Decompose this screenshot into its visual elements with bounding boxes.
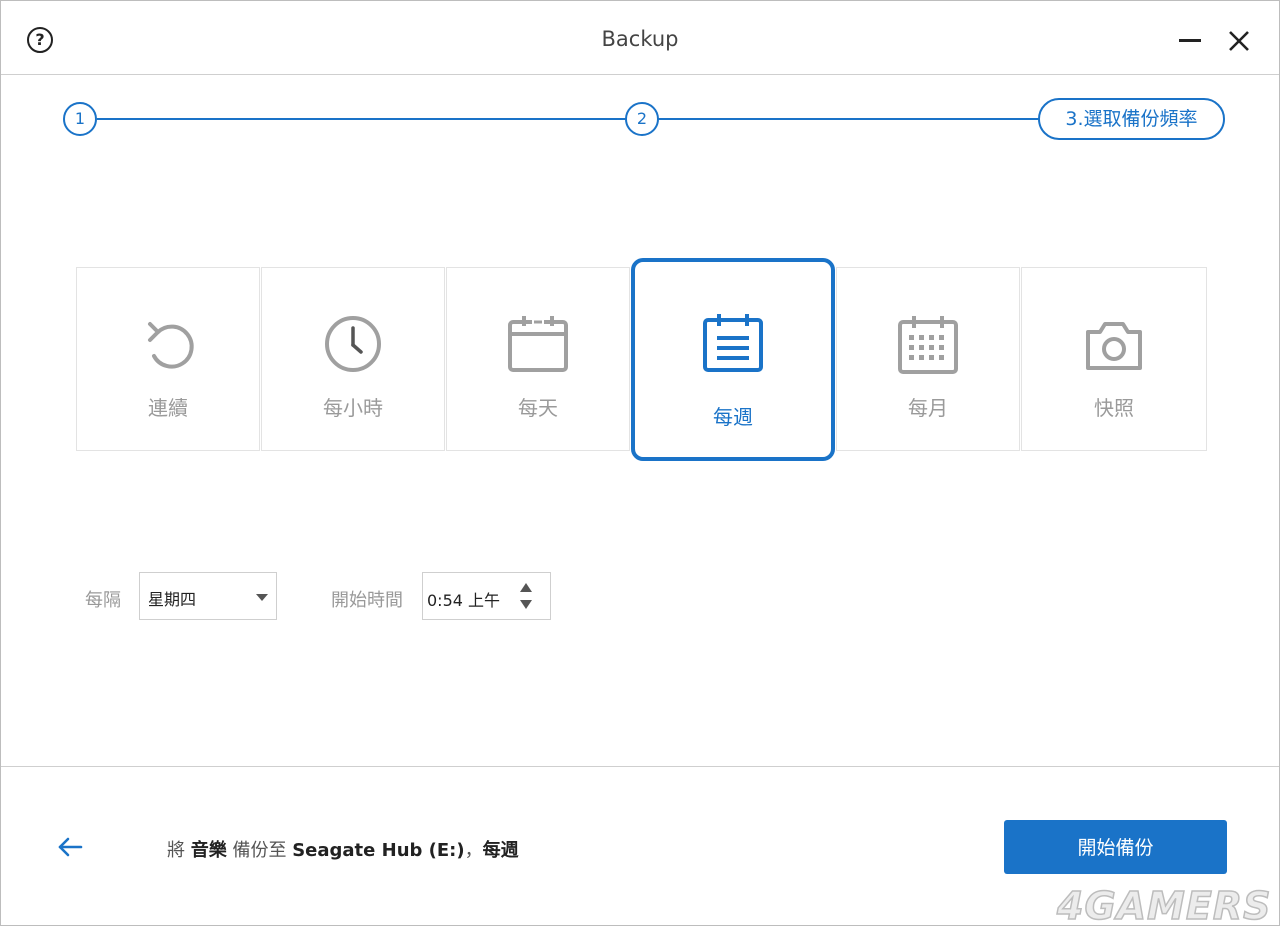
- frequency-weekly[interactable]: 每週: [631, 258, 835, 461]
- weekday-dropdown[interactable]: 星期四: [139, 572, 277, 620]
- window-title: Backup: [601, 27, 679, 51]
- back-arrow-icon[interactable]: [57, 835, 83, 859]
- frequency-daily[interactable]: 每天: [446, 267, 630, 451]
- chevron-down-icon: [256, 594, 268, 601]
- backup-window: ? Backup 1 2 3.選取備份頻率 連續 每小時 每天 每週 每月 快照…: [0, 0, 1280, 926]
- frequency-label: 每週: [713, 405, 753, 429]
- start-time-input[interactable]: 0:54 上午: [422, 572, 551, 620]
- spin-up-icon[interactable]: [520, 583, 532, 592]
- summary-frequency: 每週: [482, 840, 519, 861]
- calendar-day-icon: [508, 316, 568, 372]
- summary-prefix: 將: [167, 840, 185, 861]
- step-1[interactable]: 1: [63, 102, 97, 136]
- frequency-label: 每小時: [323, 396, 383, 420]
- backup-summary: 將 音樂 備份至 Seagate Hub (E:)，每週: [167, 836, 519, 862]
- start-time-value: 0:54 上午: [427, 591, 501, 610]
- frequency-snapshot[interactable]: 快照: [1021, 267, 1207, 451]
- frequency-label: 每天: [518, 396, 558, 420]
- frequency-label: 連續: [148, 396, 188, 420]
- continuous-icon: [148, 322, 194, 369]
- summary-source: 音樂: [190, 840, 227, 861]
- frequency-hourly[interactable]: 每小時: [261, 267, 445, 451]
- step-2[interactable]: 2: [625, 102, 659, 136]
- minimize-icon[interactable]: [1179, 39, 1201, 42]
- footer-divider: [1, 766, 1279, 767]
- frequency-label: 快照: [1094, 396, 1134, 420]
- step-connector: [658, 118, 1040, 120]
- frequency-label: 每月: [908, 396, 948, 420]
- calendar-week-icon: [703, 314, 763, 372]
- start-time-label: 開始時間: [331, 590, 403, 611]
- watermark-logo: 4GAMERS: [1056, 883, 1272, 928]
- weekday-value: 星期四: [148, 590, 197, 609]
- spin-down-icon[interactable]: [520, 600, 532, 609]
- step-3-current: 3.選取備份頻率: [1038, 98, 1225, 140]
- start-backup-button[interactable]: 開始備份: [1004, 820, 1227, 874]
- frequency-options: 連續 每小時 每天 每週 每月 快照: [76, 258, 1207, 461]
- camera-icon: [1086, 322, 1142, 370]
- wizard-stepper: 1 2 3.選取備份頻率: [1, 97, 1279, 145]
- title-bar: ? Backup: [1, 1, 1279, 75]
- step-connector: [97, 118, 627, 120]
- interval-label: 每隔: [85, 590, 121, 611]
- close-icon[interactable]: [1225, 27, 1253, 55]
- calendar-month-icon: [898, 316, 958, 374]
- summary-destination: Seagate Hub (E:): [292, 840, 465, 861]
- summary-middle: 備份至: [232, 840, 287, 861]
- clock-icon: [325, 316, 381, 372]
- summary-comma: ，: [464, 840, 483, 861]
- frequency-continuous[interactable]: 連續: [76, 267, 260, 451]
- frequency-monthly[interactable]: 每月: [836, 267, 1020, 451]
